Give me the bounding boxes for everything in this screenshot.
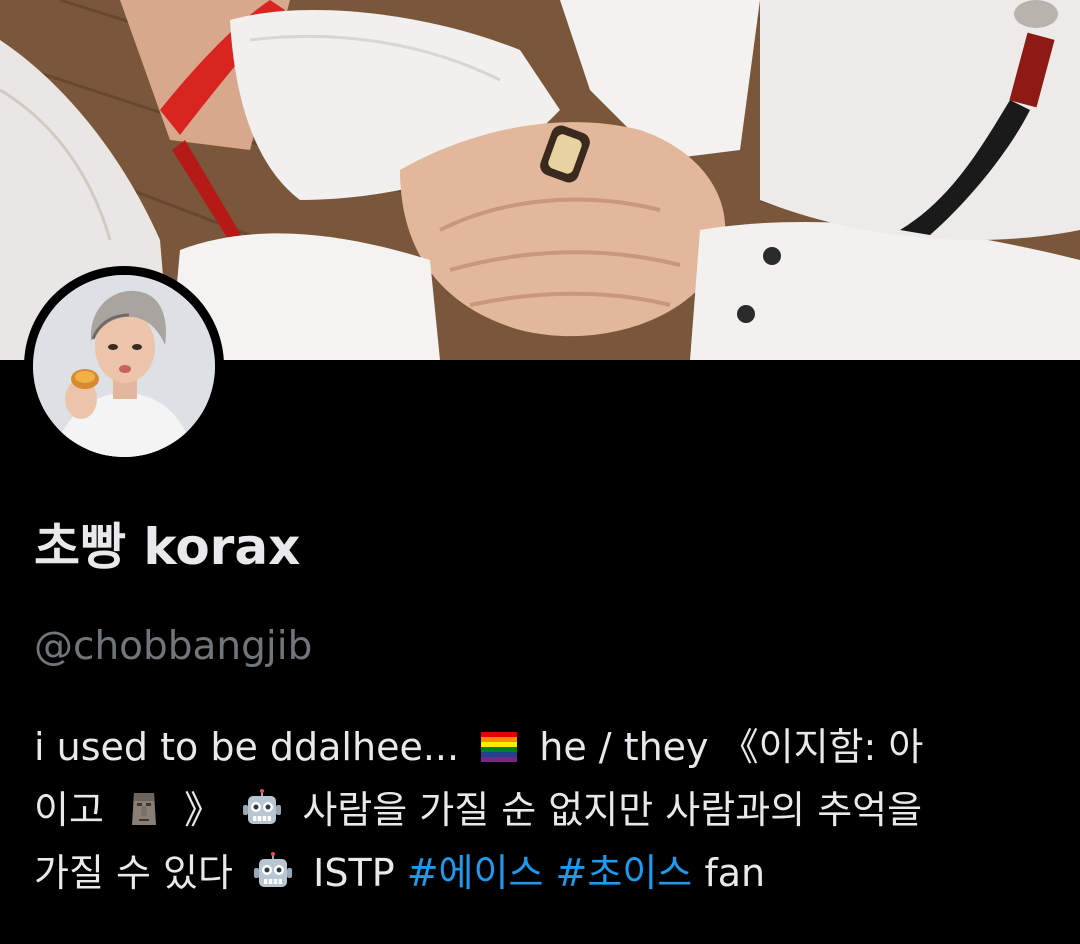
hashtag-link[interactable]: #초이스 — [556, 851, 693, 895]
avatar-image — [33, 275, 215, 457]
hashtag-link[interactable]: #에이스 — [407, 851, 544, 895]
bio-text: 가질 수 있다 — [34, 851, 233, 895]
bio-line-3: 가질 수 있다 ISTP #에이스 #초이스 fan — [34, 842, 1054, 905]
bio-line-2: 이고 》 사람을 가질 순 없지만 사람과의 추억을 — [34, 779, 1054, 842]
bio-text: 》 — [184, 788, 223, 832]
display-name: 초빵 korax — [34, 518, 301, 576]
bio-text: ISTP — [313, 851, 395, 895]
bio-text: 사람을 가질 순 없지만 사람과의 추억을 — [302, 788, 923, 832]
rainbow-flag-icon — [477, 726, 521, 766]
bio-line-1: i used to be ddalhee... he / they 《이지함: … — [34, 716, 1054, 779]
robot-icon — [240, 789, 284, 829]
avatar[interactable] — [24, 266, 224, 466]
bio-text: he / they 《이지함: 아 — [539, 725, 924, 769]
bio-text: i used to be ddalhee... — [34, 725, 460, 769]
robot-icon — [251, 852, 295, 892]
bio-text: fan — [704, 851, 766, 895]
bio-text: 이고 — [34, 788, 104, 832]
username-handle: @chobbangjib — [34, 624, 313, 669]
moai-icon — [122, 789, 166, 829]
profile-bio: i used to be ddalhee... he / they 《이지함: … — [34, 716, 1054, 905]
